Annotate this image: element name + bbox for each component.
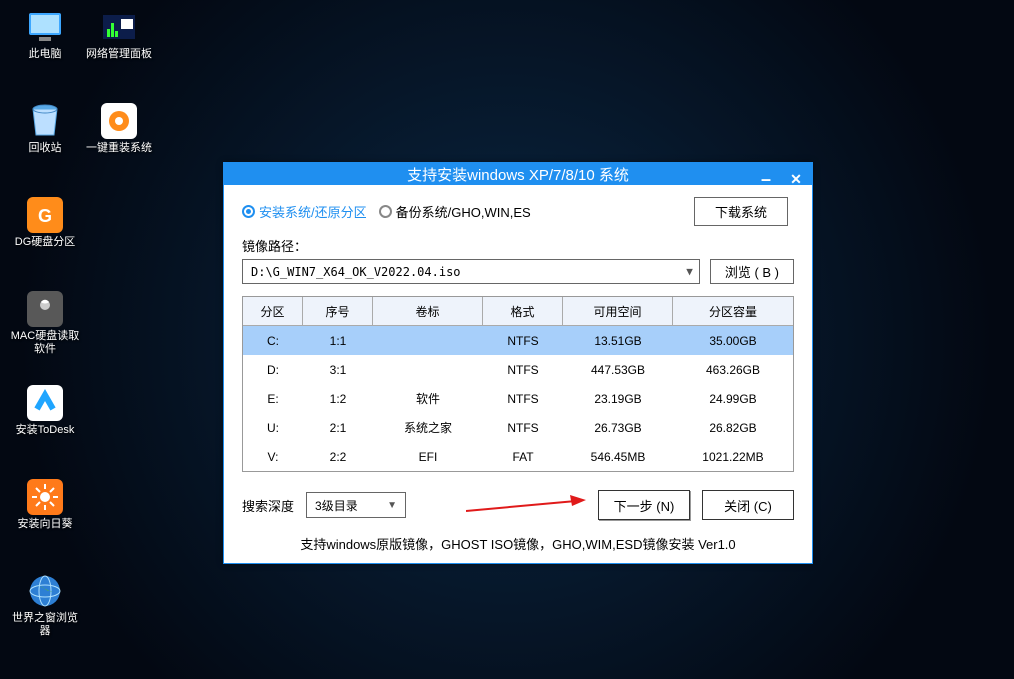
th-index: 序号 (303, 297, 373, 325)
radio-backup[interactable]: 备份系统/GHO,WIN,ES (379, 202, 531, 221)
title-controls (756, 163, 806, 195)
depth-label: 搜索深度 (242, 496, 294, 515)
table-row[interactable]: E:1:2软件NTFS23.19GB24.99GB (243, 384, 793, 413)
cell-free: 447.53GB (563, 363, 673, 377)
table-row[interactable]: V:2:2EFIFAT546.45MB1021.22MB (243, 442, 793, 471)
icon-label: MAC硬盘读取软件 (10, 330, 80, 356)
cell-format: NTFS (483, 392, 563, 406)
cell-capacity: 463.26GB (673, 363, 793, 377)
radio-install-label: 安装系统/还原分区 (259, 202, 367, 221)
desktop-icon-recycle[interactable]: 回收站 (10, 104, 80, 194)
next-button[interactable]: 下一步 (N) (598, 490, 690, 520)
cell-index: 3:1 (303, 363, 373, 377)
icon-label: 世界之窗浏览器 (10, 612, 80, 638)
cell-free: 23.19GB (563, 392, 673, 406)
window-content: 安装系统/还原分区 备份系统/GHO,WIN,ES 下载系统 镜像路径： D:\… (224, 185, 812, 563)
cell-index: 1:1 (303, 334, 373, 348)
desktop-icon-sunflower[interactable]: 安装向日葵 (10, 480, 80, 570)
arrow-annotation (418, 492, 586, 518)
desktop: 此电脑 网络管理面板回收站 一键重装系统 G DG硬盘分区 MAC硬盘读取软件安装ToDe… (10, 10, 154, 664)
sunflower-icon (25, 480, 65, 514)
cell-free: 13.51GB (563, 334, 673, 348)
th-drive: 分区 (243, 297, 303, 325)
table-header: 分区 序号 卷标 格式 可用空间 分区容量 (243, 297, 793, 326)
bin-icon (25, 104, 65, 138)
table-row[interactable]: C:1:1 NTFS13.51GB35.00GB (243, 326, 793, 355)
icon-label: 安装向日葵 (18, 518, 73, 531)
table-body: C:1:1NTFS13.51GB35.00GBD:3:1NTFS447.53GB… (243, 326, 793, 471)
th-free: 可用空间 (563, 297, 673, 325)
cell-free: 546.45MB (563, 450, 673, 464)
download-button[interactable]: 下载系统 (694, 197, 788, 226)
minimize-icon[interactable] (756, 169, 776, 189)
svg-text:G: G (38, 206, 52, 226)
installer-window: 支持安装windows XP/7/8/10 系统 安装系统/还原分区 备份系统/… (223, 162, 813, 564)
desktop-icon-thispc[interactable]: 此电脑 (10, 10, 80, 100)
table-row[interactable]: U:2:1系统之家NTFS26.73GB26.82GB (243, 413, 793, 442)
cell-capacity: 1021.22MB (673, 450, 793, 464)
desktop-icon-macdisk[interactable]: MAC硬盘读取软件 (10, 292, 80, 382)
depth-value: 3级目录 (315, 497, 358, 514)
bottom-row: 搜索深度 3级目录 下一步 (N) 关闭 (C) (242, 490, 794, 520)
cell-index: 1:2 (303, 392, 373, 406)
path-row: D:\G_WIN7_X64_OK_V2022.04.iso 浏览 ( B ) (242, 259, 794, 284)
th-volume: 卷标 (373, 297, 483, 325)
cell-format: NTFS (483, 334, 563, 348)
mode-row: 安装系统/还原分区 备份系统/GHO,WIN,ES 下载系统 (242, 197, 794, 226)
globe-icon (25, 574, 65, 608)
desktop-icon-netpanel[interactable]: 网络管理面板 (84, 10, 154, 100)
icon-label: 网络管理面板 (86, 48, 152, 61)
dg-icon: G (25, 198, 65, 232)
cell-format: NTFS (483, 363, 563, 377)
cell-volume: EFI (373, 450, 483, 464)
cell-free: 26.73GB (563, 421, 673, 435)
desktop-icon-diskgenius[interactable]: G DG硬盘分区 (10, 198, 80, 288)
gear-orange-icon (99, 104, 139, 138)
icon-label: DG硬盘分区 (15, 236, 76, 249)
desktop-icon-browser[interactable]: 世界之窗浏览器 (10, 574, 80, 664)
close-icon[interactable] (786, 169, 806, 189)
icon-label: 此电脑 (29, 48, 62, 61)
radio-icon (242, 205, 255, 218)
icon-label: 安装ToDesk (16, 424, 75, 437)
window-title: 支持安装windows XP/7/8/10 系统 (407, 164, 629, 185)
cell-capacity: 26.82GB (673, 421, 793, 435)
radio-backup-label: 备份系统/GHO,WIN,ES (396, 202, 531, 221)
mac-icon (25, 292, 65, 326)
th-format: 格式 (483, 297, 563, 325)
cell-drive: D: (243, 363, 303, 377)
th-capacity: 分区容量 (673, 297, 793, 325)
partition-table: 分区 序号 卷标 格式 可用空间 分区容量 C:1:1NTFS13.51GB35… (242, 296, 794, 472)
monitor-icon (25, 10, 65, 44)
browse-button[interactable]: 浏览 ( B ) (710, 259, 794, 284)
close-button[interactable]: 关闭 (C) (702, 490, 794, 520)
cell-capacity: 35.00GB (673, 334, 793, 348)
footer-text: 支持windows原版镜像，GHOST ISO镜像，GHO,WIM,ESD镜像安… (242, 534, 794, 553)
image-path-value: D:\G_WIN7_X64_OK_V2022.04.iso (251, 265, 461, 279)
depth-select[interactable]: 3级目录 (306, 492, 406, 518)
radio-install[interactable]: 安装系统/还原分区 (242, 202, 367, 221)
todesk-icon (25, 386, 65, 420)
cell-index: 2:1 (303, 421, 373, 435)
cell-volume: 系统之家 (373, 419, 483, 436)
titlebar: 支持安装windows XP/7/8/10 系统 (224, 163, 812, 185)
cell-index: 2:2 (303, 450, 373, 464)
desktop-icon-todesk[interactable]: 安装ToDesk (10, 386, 80, 476)
desktop-icon-reinstall[interactable]: 一键重装系统 (84, 104, 154, 194)
icon-label: 回收站 (29, 142, 62, 155)
chart-icon (99, 10, 139, 44)
path-label: 镜像路径： (242, 236, 794, 255)
table-row[interactable]: D:3:1 NTFS447.53GB463.26GB (243, 355, 793, 384)
icon-label: 一键重装系统 (86, 142, 152, 155)
radio-icon (379, 205, 392, 218)
cell-drive: C: (243, 334, 303, 348)
cell-capacity: 24.99GB (673, 392, 793, 406)
image-path-select[interactable]: D:\G_WIN7_X64_OK_V2022.04.iso (242, 259, 700, 284)
cell-drive: U: (243, 421, 303, 435)
cell-volume: 软件 (373, 390, 483, 407)
cell-drive: V: (243, 450, 303, 464)
cell-drive: E: (243, 392, 303, 406)
cell-format: NTFS (483, 421, 563, 435)
cell-format: FAT (483, 450, 563, 464)
